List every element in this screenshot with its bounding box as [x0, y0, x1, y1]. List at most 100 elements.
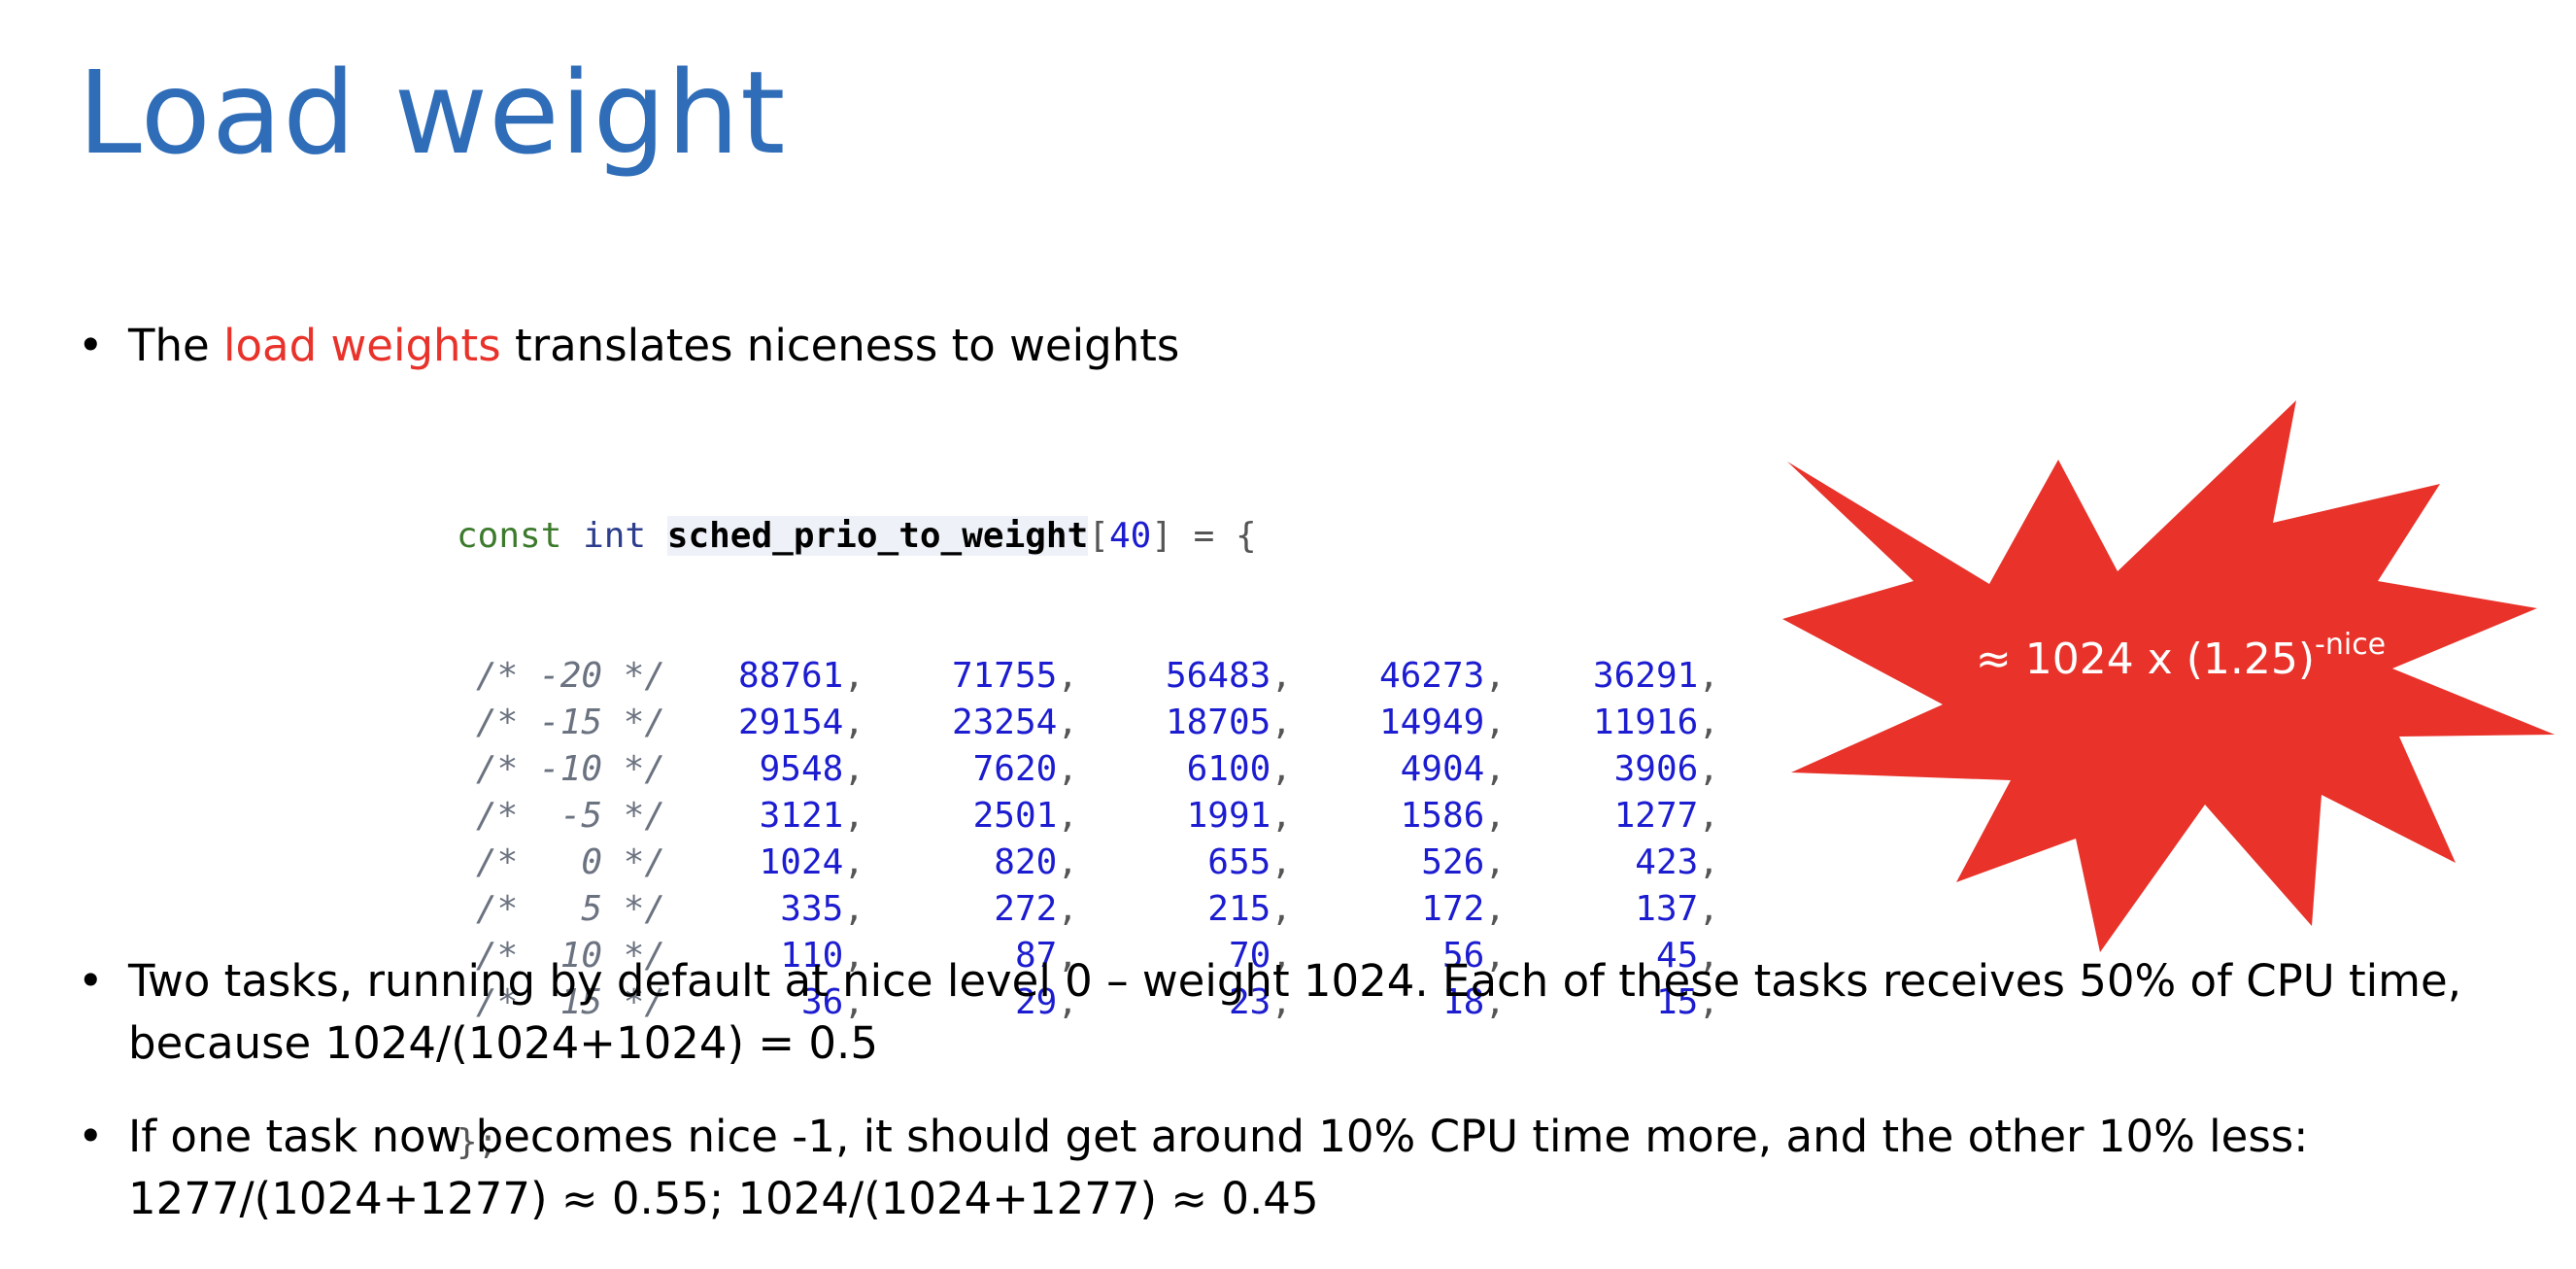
comma: ,: [1057, 703, 1078, 742]
nice-level-comment: /* 0 */: [476, 842, 666, 882]
weight-cell: 6100,: [1127, 746, 1292, 793]
comma: ,: [1484, 656, 1506, 696]
weight-cell: 215,: [1127, 886, 1292, 933]
weight-cell: 11916,: [1554, 700, 1719, 746]
bullet-dot: •: [78, 1111, 104, 1162]
weight-value: 6100: [1186, 749, 1271, 789]
comma: ,: [1698, 749, 1719, 789]
bullet-prefix: The: [128, 320, 223, 371]
weight-cell: 3906,: [1554, 746, 1719, 793]
code-row: /* -15 */29154, 23254, 18705, 14949, 11916,: [457, 700, 1719, 746]
bullet-text: The load weights translates niceness to …: [128, 315, 1179, 377]
weight-value: 137: [1635, 889, 1699, 929]
bullet-line-2: because 1024/(1024+1024) = 0.5: [128, 1017, 878, 1069]
comma: ,: [1057, 889, 1078, 929]
weight-cell: 172,: [1340, 886, 1506, 933]
comma: ,: [1057, 842, 1078, 882]
weight-value: 172: [1421, 889, 1485, 929]
comma: ,: [1484, 749, 1506, 789]
weight-value: 9548: [759, 749, 844, 789]
weight-value: 11916: [1592, 703, 1699, 742]
comma: ,: [1271, 842, 1292, 882]
formula-exponent: -nice: [2315, 628, 2387, 662]
code-row: /* 5 */335, 272, 215, 172, 137,: [457, 886, 1719, 933]
weight-cell: 526,: [1340, 840, 1506, 886]
weight-value: 820: [994, 842, 1058, 882]
open-bracket: [: [1088, 516, 1109, 556]
bullet-dot: •: [78, 320, 104, 371]
bullet-text: Two tasks, running by default at nice le…: [128, 950, 2461, 1075]
code-row: /* -20 */88761, 71755, 56483, 46273, 36291,: [457, 653, 1719, 700]
keyword-const: const: [457, 516, 562, 556]
array-size: 40: [1108, 516, 1152, 556]
keyword-int: int: [583, 516, 647, 556]
comma: ,: [1484, 842, 1506, 882]
weight-cell: 3121,: [699, 793, 864, 840]
weight-value: 71755: [951, 656, 1058, 696]
comma: ,: [843, 842, 864, 882]
comma: ,: [1698, 889, 1719, 929]
weight-cell: 18705,: [1127, 700, 1292, 746]
weight-cell: 14949,: [1340, 700, 1506, 746]
weight-value: 1024: [759, 842, 844, 882]
comma: ,: [1057, 796, 1078, 836]
weight-value: 14949: [1378, 703, 1485, 742]
bullet-text: If one task now becomes nice -1, it shou…: [128, 1106, 2308, 1230]
weight-value: 272: [994, 889, 1058, 929]
weight-value: 36291: [1592, 656, 1699, 696]
comma: ,: [1698, 842, 1719, 882]
comma: ,: [1698, 703, 1719, 742]
code-row: /* -10 */9548, 7620, 6100, 4904, 3906,: [457, 746, 1719, 793]
comma: ,: [1484, 796, 1506, 836]
nice-level-comment: /* 5 */: [476, 889, 666, 929]
weight-value: 1991: [1186, 796, 1271, 836]
weight-cell: 137,: [1554, 886, 1719, 933]
slide-title: Load weight: [78, 46, 787, 180]
weight-cell: 655,: [1127, 840, 1292, 886]
slide: Load weight • The load weights translate…: [0, 0, 2576, 1269]
comma: ,: [843, 749, 864, 789]
comma: ,: [1484, 889, 1506, 929]
nice-level-comment: /* -20 */: [476, 656, 666, 696]
weight-value: 335: [780, 889, 844, 929]
comma: ,: [1271, 656, 1292, 696]
weight-cell: 36291,: [1554, 653, 1719, 700]
comma: ,: [843, 889, 864, 929]
weight-cell: 9548,: [699, 746, 864, 793]
weight-cell: 56483,: [1127, 653, 1292, 700]
weight-value: 1586: [1400, 796, 1485, 836]
weight-cell: 272,: [913, 886, 1078, 933]
comma: ,: [843, 703, 864, 742]
bullet-line-1: If one task now becomes nice -1, it shou…: [128, 1111, 2309, 1162]
formula-base: ≈ 1024 x (1.25): [1975, 634, 2316, 684]
weight-value: 56483: [1165, 656, 1271, 696]
weight-cell: 820,: [913, 840, 1078, 886]
comma: ,: [1698, 796, 1719, 836]
weight-cell: 335,: [699, 886, 864, 933]
bullet-suffix: translates niceness to weights: [500, 320, 1180, 371]
weight-cell: 46273,: [1340, 653, 1506, 700]
comma: ,: [843, 656, 864, 696]
array-identifier: sched_prio_to_weight: [666, 516, 1089, 556]
weight-cell: 7620,: [913, 746, 1078, 793]
weight-value: 46273: [1378, 656, 1485, 696]
bullet-dot: •: [78, 955, 104, 1007]
nice-level-comment: /* -5 */: [476, 796, 666, 836]
weight-value: 2501: [972, 796, 1058, 836]
code-row: /* -5 */3121, 2501, 1991, 1586, 1277,: [457, 793, 1719, 840]
nice-level-comment: /* -15 */: [476, 703, 666, 742]
comma: ,: [1271, 796, 1292, 836]
comma: ,: [1698, 656, 1719, 696]
weight-cell: 1277,: [1554, 793, 1719, 840]
comma: ,: [1484, 703, 1506, 742]
weight-value: 423: [1635, 842, 1699, 882]
comma: ,: [1271, 889, 1292, 929]
weight-value: 4904: [1400, 749, 1485, 789]
callout-formula: ≈ 1024 x (1.25)-nice: [1967, 628, 2394, 684]
weight-cell: 1991,: [1127, 793, 1292, 840]
bullet-line-2: 1277/(1024+1277) ≈ 0.55; 1024/(1024+1277…: [128, 1173, 1319, 1224]
weight-value: 18705: [1165, 703, 1271, 742]
weight-cell: 1024,: [699, 840, 864, 886]
weight-cell: 1586,: [1340, 793, 1506, 840]
bullet-highlight: load weights: [223, 320, 501, 371]
